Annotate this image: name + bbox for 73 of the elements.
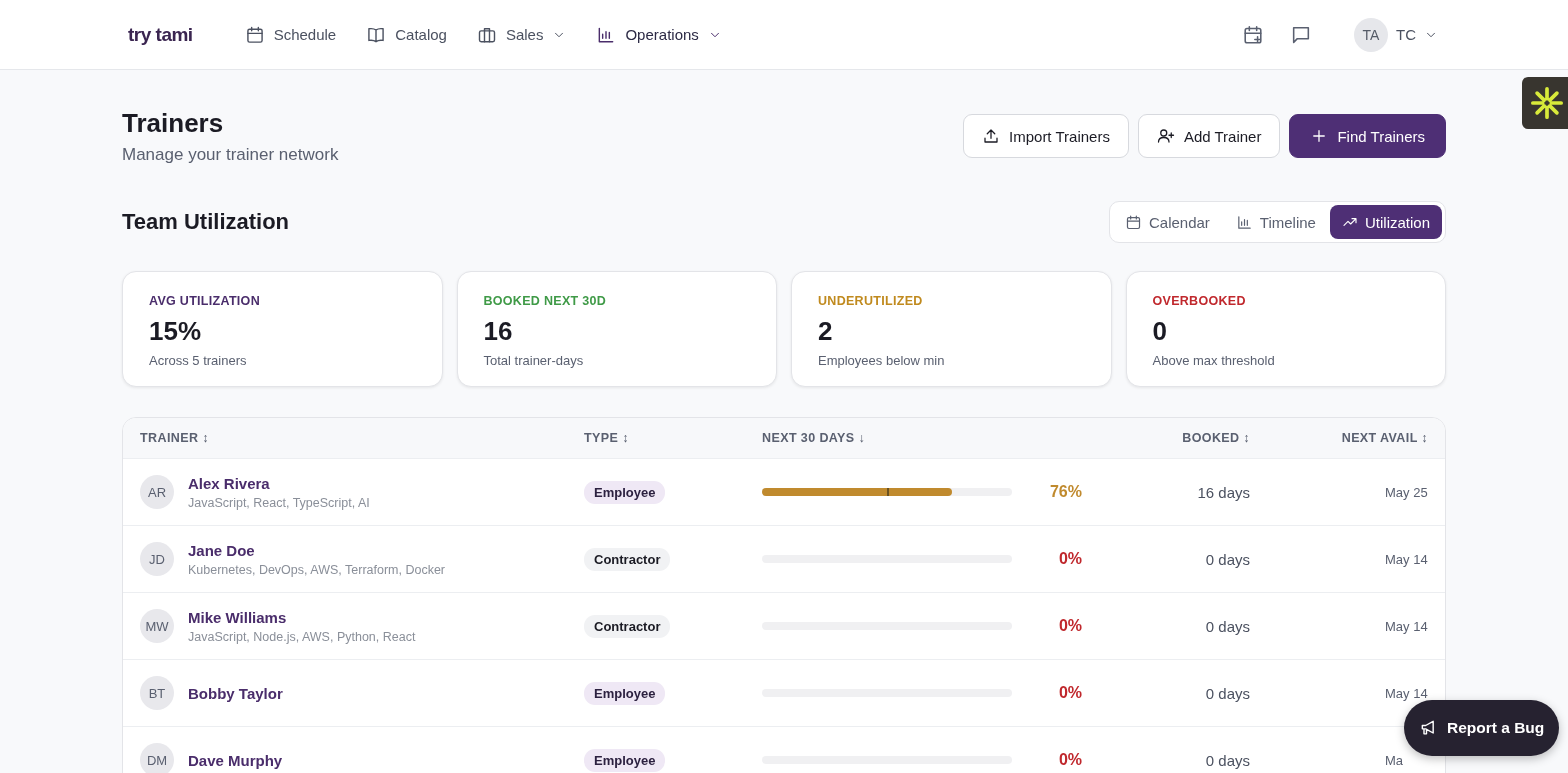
stat-note: Total trainer-days xyxy=(483,353,585,368)
next-available-date: May 14 xyxy=(1385,685,1428,701)
next-available-date: May 25 xyxy=(1385,484,1428,500)
trainer-skills: JavaScript, Node.js, AWS, Python, React xyxy=(188,629,416,644)
calendar-icon xyxy=(244,24,265,45)
trainer-avatar: MW xyxy=(140,609,174,643)
add-trainer-button[interactable]: Add Trainer xyxy=(1137,114,1281,158)
upload-icon xyxy=(982,127,1001,145)
trainer-name[interactable]: Mike Williams xyxy=(188,608,416,626)
column-header[interactable]: TYPE ↕ xyxy=(584,431,762,445)
view-tab[interactable]: Timeline xyxy=(1223,205,1328,239)
user-avatar[interactable]: TA xyxy=(1354,17,1388,52)
stat-value: 2 xyxy=(818,316,834,347)
nav-item[interactable]: Operations xyxy=(596,24,722,45)
stat-label: UNDERUTILIZED xyxy=(818,294,924,308)
view-tab[interactable]: Calendar xyxy=(1112,205,1222,239)
nav-item[interactable]: Sales xyxy=(476,24,567,45)
nav-item[interactable]: Catalog xyxy=(366,24,447,45)
bar-chart-icon xyxy=(1235,213,1253,231)
column-header[interactable]: NEXT AVAIL ↕ xyxy=(1250,431,1428,445)
stat-note: Across 5 trainers xyxy=(149,353,248,368)
stat-note: Above max threshold xyxy=(1152,353,1276,368)
booked-days: 0 days xyxy=(1082,684,1250,702)
page-subtitle: Manage your trainer network xyxy=(122,145,339,165)
stat-value: 0 xyxy=(1152,316,1168,347)
trainer-avatar: DM xyxy=(140,743,174,773)
type-tag: Contractor xyxy=(584,614,671,638)
trainer-skills: JavaScript, React, TypeScript, AI xyxy=(188,495,370,510)
trainer-name[interactable]: Jane Doe xyxy=(188,541,446,559)
next-available-date: May 14 xyxy=(1385,618,1428,634)
stat-note: Employees below min xyxy=(818,353,946,368)
stat-value: 15% xyxy=(149,316,203,347)
trainer-avatar: BT xyxy=(140,676,174,710)
import-button[interactable]: Import Trainers xyxy=(963,114,1129,158)
trainer-skills: Kubernetes, DevOps, AWS, Terraform, Docker xyxy=(188,562,446,577)
next-available-date: May 14 xyxy=(1385,551,1428,567)
column-header[interactable]: BOOKED ↕ xyxy=(1082,431,1250,445)
type-tag: Employee xyxy=(584,748,666,772)
user-plus-icon xyxy=(1156,127,1175,145)
find-trainers-button[interactable]: Find Trainers xyxy=(1289,114,1446,158)
stat-label: OVERBOOKED xyxy=(1152,294,1247,308)
column-header[interactable]: NEXT 30 DAYS ↓ xyxy=(762,431,1082,445)
asterisk-icon[interactable] xyxy=(1522,77,1568,129)
section-title: Team Utilization xyxy=(122,209,290,235)
utilization-percent: 0% xyxy=(1057,751,1082,769)
booked-days: 0 days xyxy=(1082,550,1250,568)
type-tag: Contractor xyxy=(584,547,671,571)
stat-label: AVG UTILIZATION xyxy=(149,294,261,308)
report-bug-button[interactable]: Report a Bug xyxy=(1404,700,1560,756)
trainer-name[interactable]: Alex Rivera xyxy=(188,474,370,492)
user-name[interactable]: TC xyxy=(1396,26,1416,43)
trainer-avatar: AR xyxy=(140,475,174,509)
view-tab[interactable]: Utilization xyxy=(1329,205,1442,239)
booked-days: 16 days xyxy=(1082,483,1250,501)
booked-days: 0 days xyxy=(1082,617,1250,635)
utilization-percent: 0% xyxy=(1057,684,1082,702)
calendar-icon xyxy=(1124,213,1142,231)
utilization-percent: 0% xyxy=(1057,550,1082,568)
next-available-date: Ma xyxy=(1385,752,1405,768)
type-tag: Employee xyxy=(584,480,666,504)
utilization-percent: 0% xyxy=(1057,617,1082,635)
column-header[interactable]: TRAINER ↕ xyxy=(140,431,584,445)
trainer-name[interactable]: Dave Murphy xyxy=(188,751,283,769)
stat-label: BOOKED NEXT 30D xyxy=(483,294,608,308)
trainer-name[interactable]: Bobby Taylor xyxy=(188,684,283,702)
trainer-avatar: JD xyxy=(140,542,174,576)
nav-item[interactable]: Schedule xyxy=(244,24,337,45)
type-tag: Employee xyxy=(584,681,666,705)
page-title: Trainers xyxy=(122,108,225,139)
utilization-percent: 76% xyxy=(1048,483,1082,501)
booked-days: 0 days xyxy=(1082,751,1250,769)
stat-value: 16 xyxy=(483,316,514,347)
logo[interactable]: try tami xyxy=(128,23,193,46)
